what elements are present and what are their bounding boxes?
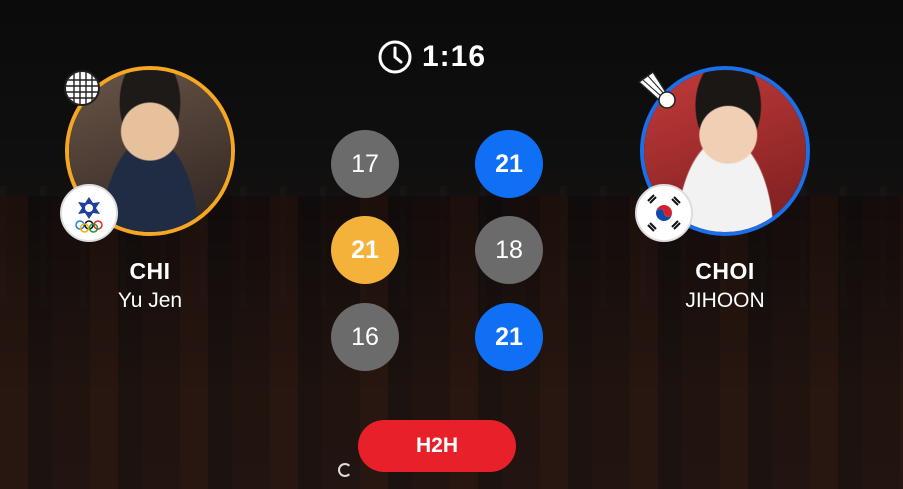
clock-icon <box>378 40 412 74</box>
game-1-right-score: 21 <box>475 130 543 198</box>
game-2-right-score: 18 <box>475 216 543 284</box>
loading-spinner-icon <box>338 463 352 477</box>
player-last-name: CHOI <box>695 258 755 284</box>
racket-icon <box>64 70 100 106</box>
player-first-name: Yu Jen <box>117 289 183 312</box>
game-2-left-score: 21 <box>331 216 399 284</box>
player-first-name: JIHOON <box>685 289 765 312</box>
shuttlecock-icon <box>637 70 676 109</box>
game-3-right-score: 21 <box>475 303 543 371</box>
match-time: 1:16 <box>422 40 487 73</box>
chinese-taipei-flag-icon <box>60 184 118 242</box>
game-3-left-score: 16 <box>331 303 399 371</box>
player-last-name: CHI <box>129 258 171 284</box>
south-korea-flag-icon <box>635 184 693 242</box>
h2h-button[interactable]: H2H <box>358 420 516 472</box>
player-left[interactable]: CHI Yu Jen <box>50 66 250 313</box>
match-timer: 1:16 <box>378 40 486 74</box>
player-right[interactable]: CHOI JIHOON <box>625 66 825 313</box>
game-1-left-score: 17 <box>331 130 399 198</box>
